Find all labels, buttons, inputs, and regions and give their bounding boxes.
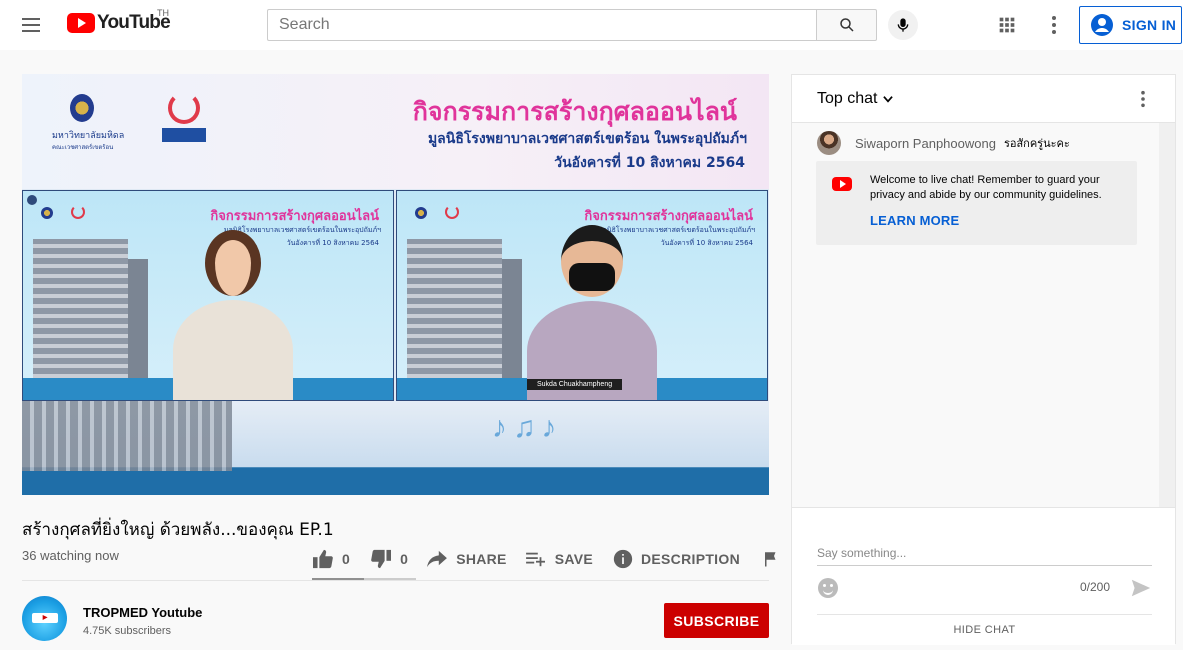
- send-icon: [1131, 579, 1151, 597]
- video-title: สร้างกุศลที่ยิ่งใหญ่ ด้วยพลัง...ของคุณ E…: [22, 520, 334, 540]
- hospital-building-image: [22, 401, 232, 471]
- more-vert-icon[interactable]: [1043, 14, 1065, 36]
- video-bottom-strip: ♪♫♪: [22, 401, 769, 495]
- apps-grid-icon[interactable]: [996, 14, 1018, 36]
- video-banner: มหาวิทยาลัยมหิดล คณะเวชศาสตร์เขตร้อน กิจ…: [22, 74, 769, 189]
- channel-name[interactable]: TROPMED Youtube: [83, 605, 202, 620]
- video-pane-right: กิจกรรมการสร้างกุศลออนไลน์ มูลนิธิโรงพยา…: [396, 190, 768, 401]
- chat-more-icon[interactable]: [1133, 89, 1153, 109]
- dislike-count: 0: [400, 551, 409, 567]
- participant-man: [527, 225, 657, 400]
- video-pane-left: กิจกรรมการสร้างกุศลออนไลน์ มูลนิธิโรงพยา…: [22, 190, 394, 401]
- channel-avatar[interactable]: ▶: [22, 596, 67, 641]
- banner-date: วันอังคารที่ 10 สิงหาคม 2564: [554, 155, 745, 171]
- welcome-text: Welcome to live chat! Remember to guard …: [870, 174, 1102, 201]
- search-icon: [839, 18, 854, 32]
- pane-logo: [41, 205, 101, 224]
- playlist-add-icon: [525, 552, 545, 567]
- like-button[interactable]: 0: [312, 549, 350, 569]
- dislike-button[interactable]: 0: [370, 549, 408, 569]
- subscriber-count: 4.75K subscribers: [83, 625, 172, 637]
- watching-count: 36 watching now: [22, 548, 119, 563]
- account-circle-icon: [1091, 14, 1113, 36]
- author-avatar[interactable]: [817, 131, 841, 155]
- chat-mode-dropdown[interactable]: Top chat: [817, 90, 895, 108]
- sign-in-label: SIGN IN: [1122, 17, 1177, 33]
- save-button[interactable]: SAVE: [525, 550, 593, 568]
- banner-subtitle: มูลนิธิโรงพยาบาลเวชศาสตร์เขตร้อน ในพระอุ…: [427, 131, 747, 147]
- pane-title: กิจกรรมการสร้างกุศลออนไลน์: [210, 209, 379, 224]
- live-chat: Top chat Siwaporn Panphoowong รอสักครู่น…: [791, 74, 1176, 645]
- chevron-down-icon: [883, 96, 894, 103]
- search-button[interactable]: [816, 9, 877, 41]
- voice-search-button[interactable]: [888, 10, 918, 40]
- sign-in-button[interactable]: SIGN IN: [1079, 6, 1182, 44]
- save-label: SAVE: [554, 551, 593, 567]
- report-button[interactable]: [762, 550, 788, 568]
- mahidol-university-logo: มหาวิทยาลัยมหิดล คณะเวชศาสตร์เขตร้อน: [52, 94, 125, 164]
- char-count: 0/200: [1080, 580, 1111, 594]
- foundation-logo: [160, 92, 208, 152]
- university-sub: คณะเวชศาสตร์เขตร้อน: [52, 144, 114, 151]
- share-button[interactable]: SHARE: [426, 550, 507, 568]
- building-image: [33, 239, 148, 400]
- thumb-up-icon: [313, 549, 333, 569]
- info-divider: [22, 580, 769, 581]
- send-button[interactable]: [1130, 577, 1152, 599]
- banner-title: กิจกรรมการสร้างกุศลออนไลน์: [412, 97, 737, 126]
- youtube-logo[interactable]: YouTube: [67, 12, 171, 34]
- like-count: 0: [342, 551, 351, 567]
- youtube-play-icon: [67, 13, 95, 33]
- camera-icon: [27, 195, 37, 205]
- building-image: [407, 239, 522, 400]
- learn-more-link[interactable]: LEARN MORE: [870, 213, 959, 228]
- microphone-icon: [897, 18, 909, 32]
- message-text: รอสักครู่นะคะ: [1003, 137, 1070, 150]
- search-input[interactable]: [267, 9, 816, 41]
- thumb-down-icon: [371, 549, 392, 569]
- message-author[interactable]: Siwaporn Panphoowong: [855, 136, 996, 151]
- chat-mode-label: Top chat: [817, 90, 878, 107]
- university-name: มหาวิทยาลัยมหิดล: [52, 131, 125, 141]
- hide-chat-button[interactable]: HIDE CHAT: [817, 614, 1152, 644]
- music-notes-icon: ♪♫♪: [492, 411, 563, 444]
- chat-input-area: 0/200 HIDE CHAT: [792, 507, 1175, 645]
- chat-message: Siwaporn Panphoowong รอสักครู่นะคะ: [817, 131, 1070, 155]
- description-button[interactable]: DESCRIPTION: [613, 549, 740, 569]
- pane-date: วันอังคารที่ 10 สิงหาคม 2564: [660, 239, 753, 247]
- share-arrow-icon: [427, 550, 448, 568]
- youtube-icon: [832, 177, 852, 191]
- info-icon: [613, 549, 633, 569]
- pane-logo: [415, 205, 475, 224]
- share-label: SHARE: [456, 551, 507, 567]
- chat-scrollbar[interactable]: [1159, 123, 1175, 507]
- university-emblem-icon: [70, 94, 94, 122]
- pane-date: วันอังคารที่ 10 สิงหาคม 2564: [286, 239, 379, 247]
- masthead: YouTube TH SIGN IN: [0, 0, 1183, 50]
- channel-badge-icon: ▶: [32, 613, 58, 623]
- video-player[interactable]: มหาวิทยาลัยมหิดล คณะเวชศาสตร์เขตร้อน กิจ…: [22, 74, 769, 495]
- description-label: DESCRIPTION: [641, 551, 740, 567]
- flag-icon: [764, 552, 776, 567]
- chat-messages: Siwaporn Panphoowong รอสักครู่นะคะ Welco…: [792, 123, 1161, 507]
- participant-nametag: Sukda Chuakhampheng: [527, 379, 623, 390]
- pane-title: กิจกรรมการสร้างกุศลออนไลน์: [584, 209, 753, 224]
- participant-woman: [173, 230, 293, 400]
- welcome-message: Welcome to live chat! Remember to guard …: [816, 161, 1137, 245]
- search-bar: [267, 9, 877, 41]
- chat-input[interactable]: [817, 540, 1152, 566]
- emoji-icon[interactable]: [818, 578, 838, 598]
- hamburger-menu-icon[interactable]: [22, 14, 44, 36]
- video-actions: 0 0 SHARE SAVE DESCRIPTION: [312, 544, 788, 574]
- chat-header: Top chat: [792, 75, 1175, 123]
- subscribe-button[interactable]: SUBSCRIBE: [664, 603, 769, 638]
- country-code: TH: [157, 8, 169, 18]
